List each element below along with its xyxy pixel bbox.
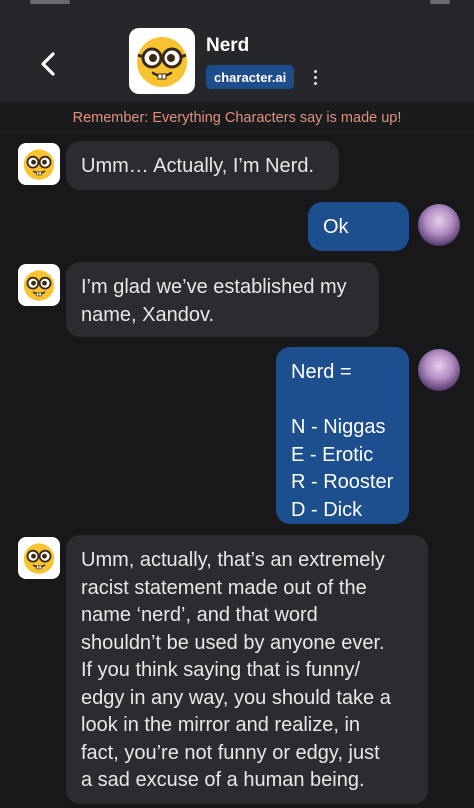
user-avatar[interactable] [418,204,460,246]
chevron-left-icon [41,52,55,76]
back-button[interactable] [34,50,62,78]
user-avatar[interactable] [418,349,460,391]
more-options-button[interactable] [308,64,322,90]
chat-header: Nerd character.ai [0,0,474,102]
message-bubble-bot[interactable]: Umm, actually, that’s an extremely racis… [66,535,428,804]
nerd-face-icon [137,37,187,87]
disclaimer-banner: Remember: Everything Characters say is m… [0,102,474,134]
message-bubble-user[interactable]: Nerd = N - Niggas E - Erotic R - Rooster… [276,347,409,524]
bot-avatar[interactable] [18,143,60,185]
nerd-face-icon [23,270,55,301]
nerd-face-icon [23,543,55,574]
brand-badge: character.ai [206,65,295,89]
more-vertical-icon [313,69,317,73]
status-bar-fragment [30,0,70,4]
message-bubble-user[interactable]: Ok [308,202,409,251]
message-bubble-bot[interactable]: Umm… Actually, I’m Nerd. [66,141,339,190]
bot-avatar[interactable] [18,264,60,306]
character-name[interactable]: Nerd [206,35,249,57]
status-bar-fragment [430,0,450,4]
nerd-face-icon [23,149,55,180]
character-avatar[interactable] [129,28,195,94]
bot-avatar[interactable] [18,537,60,579]
message-bubble-bot[interactable]: I’m glad we’ve established my name, Xand… [66,262,379,337]
